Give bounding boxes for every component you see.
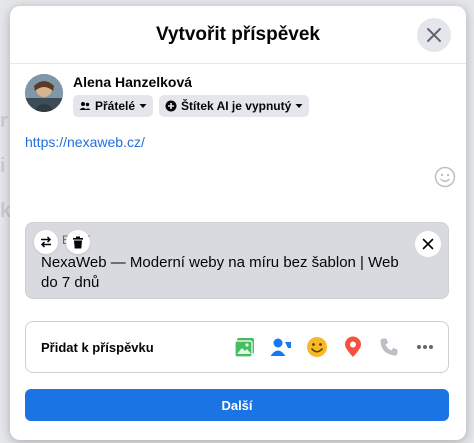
caret-down-icon [139,104,147,108]
dialog-title: Vytvořit příspěvek [155,23,321,45]
trash-icon [73,236,83,248]
add-to-post-label: Přidat k příspěvku [41,339,154,355]
ai-tag-icon [165,100,177,112]
author-section: Alena Hanzelková Přátelé Štítek AI je vy… [25,74,310,117]
feeling-activity-button[interactable] [306,336,328,358]
next-button[interactable]: Další [25,389,449,421]
ai-label-selector[interactable]: Štítek AI je vypnutý [159,95,310,117]
link-preview-card[interactable]: B.CZ NexaWeb — Moderní weby na míru bez … [25,222,449,299]
close-dialog-button[interactable] [417,18,451,52]
smiley-icon [434,166,456,188]
dialog-header: Vytvořit příspěvek [10,6,466,64]
photo-video-button[interactable] [234,336,256,358]
ai-label-text: Štítek AI je vypnutý [181,99,292,113]
friends-icon [79,102,91,110]
emoji-picker-button[interactable] [434,166,456,188]
add-to-post-icons [234,336,436,358]
audience-chips: Přátelé Štítek AI je vypnutý [73,95,310,117]
call-icon [380,338,398,356]
tag-people-button[interactable] [270,336,292,358]
caret-down-icon [295,104,303,108]
audience-selector[interactable]: Přátelé [73,95,154,117]
swap-arrows-icon [40,236,52,248]
call-button[interactable] [378,336,400,358]
location-icon [345,336,361,357]
tag-people-icon [270,338,291,356]
author-info: Alena Hanzelková Přátelé Štítek AI je vy… [73,74,310,117]
more-icon [417,345,433,349]
author-name: Alena Hanzelková [73,74,193,90]
photo-video-icon [234,338,254,358]
remove-preview-button[interactable] [415,231,441,257]
create-post-dialog: Vytvořit příspěvek Alena Hanzelková Přát… [10,6,466,440]
delete-preview-button[interactable] [66,230,90,254]
check-in-button[interactable] [342,336,364,358]
add-to-post-bar: Přidat k příspěvku [25,321,449,373]
close-icon [427,28,441,42]
swap-preview-button[interactable] [34,230,58,254]
close-icon [422,238,434,250]
post-text-input[interactable]: https://nexaweb.cz/ [25,134,145,150]
link-preview-title: NexaWeb — Moderní weby na míru bez šablo… [41,254,399,291]
more-options-button[interactable] [414,336,436,358]
feeling-icon [307,337,327,357]
avatar [25,74,63,112]
audience-label: Přátelé [95,99,136,113]
